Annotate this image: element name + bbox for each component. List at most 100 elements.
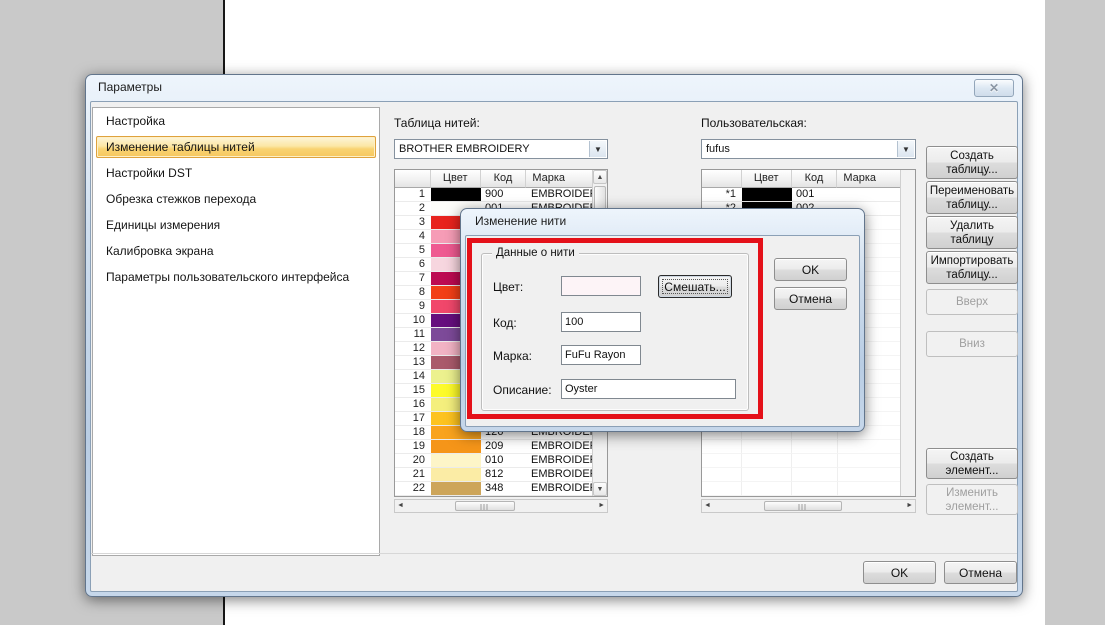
sidebar-item[interactable]: Единицы измерения [93, 212, 379, 238]
table-header: ЦветКодМарка [702, 170, 915, 188]
move-down-button[interactable]: Вниз [926, 331, 1018, 357]
close-icon[interactable]: ✕ [974, 79, 1014, 97]
brand-cell: EMBROIDERY [527, 188, 594, 202]
sidebar-item[interactable]: Параметры пользовательского интерфейса [93, 264, 379, 290]
code-cell: 900 [481, 188, 527, 202]
brand-cell: EMBROIDERY [527, 468, 594, 482]
row-number: 8 [395, 286, 431, 300]
table-row[interactable]: 19 209EMBROIDERY [395, 440, 607, 454]
row-number: 5 [395, 244, 431, 258]
sidebar-item[interactable]: Изменение таблицы нитей [96, 136, 376, 158]
chevron-down-icon[interactable]: ▼ [897, 141, 914, 157]
code-cell: 348 [481, 482, 527, 496]
column-header[interactable]: Код [792, 170, 838, 188]
table-row[interactable]: *1 001 [702, 188, 915, 202]
table-row[interactable] [702, 454, 915, 468]
import-table-button[interactable]: Импортировать таблицу... [926, 251, 1018, 284]
ok-button[interactable]: OK [863, 561, 936, 584]
chevron-down-icon[interactable]: ▼ [589, 141, 606, 157]
row-number: 2 [395, 202, 431, 216]
scroll-down-icon[interactable]: ▼ [593, 482, 607, 496]
row-number: 10 [395, 314, 431, 328]
table-row[interactable]: 1900EMBROIDERY [395, 188, 607, 202]
empty-cell [702, 468, 742, 482]
row-number: *1 [702, 188, 742, 202]
empty-cell [742, 482, 792, 496]
table-row[interactable] [702, 482, 915, 496]
column-header[interactable]: Марка [837, 170, 901, 188]
user-table-hscrollbar[interactable]: ◄ ► [701, 499, 916, 513]
column-header[interactable]: Марка [526, 170, 593, 188]
code-cell: 209 [481, 440, 527, 454]
empty-cell [838, 440, 902, 454]
hscroll-thumb[interactable] [764, 501, 842, 511]
column-header[interactable]: Цвет [431, 170, 481, 188]
table-row[interactable]: 22348EMBROIDERY [395, 482, 607, 496]
color-cell [742, 188, 792, 202]
scroll-right-icon[interactable]: ► [598, 500, 605, 512]
row-number: 3 [395, 216, 431, 230]
empty-cell [792, 482, 838, 496]
empty-cell [742, 468, 792, 482]
empty-cell [838, 482, 902, 496]
row-number: 13 [395, 356, 431, 370]
row-number: 16 [395, 398, 431, 412]
modal-cancel-button[interactable]: Отмена [774, 287, 847, 310]
empty-cell [702, 454, 742, 468]
sidebar-item[interactable]: Настройки DST [93, 160, 379, 186]
color-swatch [431, 482, 481, 495]
column-header[interactable] [702, 170, 742, 188]
settings-sidebar: НастройкаИзменение таблицы нитейНастройк… [92, 107, 380, 556]
edit-item-button[interactable]: Изменить элемент... [926, 484, 1018, 515]
scroll-left-icon[interactable]: ◄ [397, 500, 404, 512]
scroll-up-icon[interactable]: ▲ [593, 170, 607, 184]
thread-table-dropdown-value: BROTHER EMBROIDERY [399, 143, 530, 155]
column-header[interactable]: Код [481, 170, 527, 188]
cancel-button[interactable]: Отмена [944, 561, 1017, 584]
color-cell [431, 482, 481, 496]
empty-cell [838, 454, 902, 468]
thread-table-dropdown[interactable]: BROTHER EMBROIDERY ▼ [394, 139, 608, 159]
annotation-rectangle [467, 238, 763, 419]
thread-table-hscrollbar[interactable]: ◄ ► [394, 499, 608, 513]
scroll-right-icon[interactable]: ► [906, 500, 913, 512]
color-cell [431, 440, 481, 454]
delete-table-button[interactable]: Удалить таблицу [926, 216, 1018, 249]
row-number: 22 [395, 482, 431, 496]
brand-cell: EMBROIDERY [527, 454, 594, 468]
empty-cell [792, 468, 838, 482]
footer-divider [91, 553, 1017, 554]
move-up-button[interactable]: Вверх [926, 289, 1018, 315]
table-row[interactable]: 20010EMBROIDERY [395, 454, 607, 468]
row-number: 4 [395, 230, 431, 244]
column-header[interactable] [395, 170, 431, 188]
row-number: 19 [395, 440, 431, 454]
column-header[interactable]: Цвет [742, 170, 792, 188]
hscroll-thumb[interactable] [455, 501, 515, 511]
thread-table-label: Таблица нитей: [394, 116, 480, 130]
vertical-scrollbar[interactable] [900, 170, 915, 496]
dialog-title: Параметры [98, 80, 162, 94]
edit-thread-modal: Изменение нити Данные о нити Цвет: Смеша… [460, 208, 865, 432]
color-swatch [431, 188, 481, 201]
color-cell [431, 454, 481, 468]
row-number: 9 [395, 300, 431, 314]
user-table-dropdown-value: fufus [706, 143, 730, 155]
table-row[interactable] [702, 440, 915, 454]
create-item-button[interactable]: Создать элемент... [926, 448, 1018, 479]
modal-ok-button[interactable]: OK [774, 258, 847, 281]
sidebar-item[interactable]: Обрезка стежков перехода [93, 186, 379, 212]
table-row[interactable] [702, 468, 915, 482]
code-cell: 812 [481, 468, 527, 482]
scroll-left-icon[interactable]: ◄ [704, 500, 711, 512]
sidebar-item[interactable]: Калибровка экрана [93, 238, 379, 264]
table-row[interactable]: 21812EMBROIDERY [395, 468, 607, 482]
modal-title: Изменение нити [475, 214, 566, 228]
table-header: ЦветКодМарка [395, 170, 607, 188]
sidebar-item[interactable]: Настройка [93, 108, 379, 134]
create-table-button[interactable]: Создать таблицу... [926, 146, 1018, 179]
brand-cell: EMBROIDERY [527, 440, 594, 454]
rename-table-button[interactable]: Переименовать таблицу... [926, 181, 1018, 214]
user-table-dropdown[interactable]: fufus ▼ [701, 139, 916, 159]
code-cell: 001 [792, 188, 838, 202]
